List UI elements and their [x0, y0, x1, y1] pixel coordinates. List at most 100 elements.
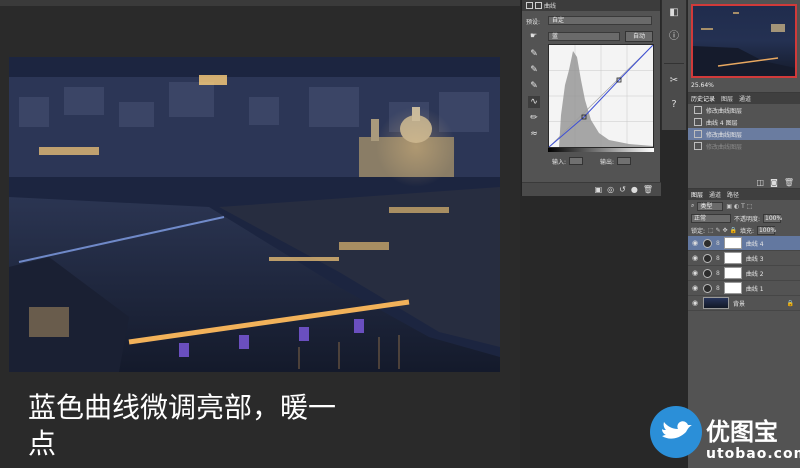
layer-row[interactable]: ◉ 8 曲线 3 — [688, 251, 800, 266]
zoom-level[interactable]: 25.64% — [691, 82, 714, 89]
tab-layers[interactable]: 图层 — [691, 190, 703, 199]
history-item[interactable]: 修改曲线图层 — [688, 140, 800, 152]
output-label: 输出: — [600, 158, 615, 166]
caption-line-2: 点 — [28, 427, 57, 460]
properties-icon[interactable] — [526, 2, 533, 9]
history-step-icon — [694, 130, 702, 138]
layers-tabs: 图层 通道 路径 — [688, 189, 800, 200]
background-thumbnail[interactable] — [703, 297, 729, 309]
options-bar — [0, 0, 520, 6]
layer-mask-thumbnail[interactable] — [723, 252, 742, 264]
history-item[interactable]: 修改曲线图层 — [688, 104, 800, 116]
lock-icons[interactable]: ⬚ ✎ ✥ 🔒 — [708, 227, 737, 234]
eye-icon[interactable]: ◉ — [691, 299, 699, 307]
info-icon[interactable]: ⓘ — [667, 30, 681, 44]
preset-label: 预设: — [526, 18, 541, 26]
panel-dock: ◧ ⓘ ✂ ? — [661, 0, 687, 130]
tab-channels[interactable]: 通道 — [709, 190, 721, 199]
hand-tool-icon[interactable]: ☛ — [530, 31, 542, 42]
eye-icon[interactable]: ◉ — [691, 239, 699, 247]
kind-filter-select[interactable]: 类型 — [697, 201, 724, 211]
curves-adjustment-icon — [703, 253, 712, 263]
chain-icon[interactable]: 8 — [716, 270, 720, 277]
history-item[interactable]: 修改曲线图层 — [688, 128, 800, 140]
channel-value: 蓝 — [552, 33, 559, 40]
chain-icon[interactable]: 8 — [716, 285, 720, 292]
eyedropper-white-icon[interactable]: ✎ — [528, 80, 540, 92]
output-field[interactable] — [617, 157, 632, 165]
input-field[interactable] — [569, 157, 584, 165]
layer-name: 曲线 2 — [745, 270, 764, 278]
clip-icon[interactable]: ▣ — [595, 185, 603, 194]
input-row: 输入: — [552, 156, 584, 166]
filter-icons[interactable]: ▣ ◐ T ⬚ — [726, 203, 752, 210]
layer-mask-thumbnail[interactable] — [723, 237, 742, 249]
photo-illustration — [9, 57, 500, 372]
smooth-icon[interactable]: ≈ — [528, 128, 540, 140]
watermark-chinese: 优图宝 — [706, 418, 778, 446]
camera-icon[interactable]: ◙ — [770, 178, 778, 187]
layer-row[interactable]: ◉ 背景 🔒 — [688, 296, 800, 311]
layer-mask-thumbnail[interactable] — [723, 282, 742, 294]
curves-panel-footer: ▣ ◎ ↺ ● 🗑 — [522, 182, 661, 196]
eye-icon[interactable]: ◉ — [691, 284, 699, 292]
preset-select[interactable]: 自定 — [548, 16, 652, 25]
eye-icon[interactable]: ◉ — [691, 269, 699, 277]
navigator-toggle-icon[interactable]: ◧ — [667, 6, 681, 20]
curves-properties-panel: 曲线 预设: 自定 ☛ 蓝 自动 ✎ ✎ ✎ ∿ ✏ ≈ 输入: 输出: ▣ ◎… — [521, 0, 661, 196]
history-step-icon — [694, 142, 702, 150]
curves-adjustment-icon — [703, 283, 712, 293]
bird-logo-icon — [650, 406, 702, 458]
input-label: 输入: — [552, 158, 567, 166]
channel-select[interactable]: 蓝 — [548, 32, 620, 41]
history-panel: 历史记录 图层 通道 修改曲线图层 曲线 4 图层 修改曲线图层 修改曲线图层 … — [688, 92, 800, 188]
eyedropper-black-icon[interactable]: ✎ — [528, 48, 540, 60]
visibility-icon[interactable]: ● — [631, 185, 638, 194]
tools-icon[interactable]: ✂ — [667, 74, 681, 88]
help-icon[interactable]: ? — [667, 98, 681, 112]
auto-button[interactable]: 自动 — [625, 31, 653, 42]
watermark-url: utobao.com — [706, 446, 800, 462]
pencil-icon[interactable]: ✏ — [528, 112, 540, 124]
opacity-field[interactable]: 100% — [763, 213, 782, 223]
layer-row[interactable]: ◉ 8 曲线 2 — [688, 266, 800, 281]
tab-channels-mini[interactable]: 通道 — [739, 94, 751, 103]
gradient-bar — [548, 148, 654, 152]
eye-icon[interactable]: ◉ — [691, 254, 699, 262]
curves-adjustment-icon — [703, 238, 712, 248]
photoshop-workspace: 蓝色曲线微调亮部，暖一 点 曲线 预设: 自定 ☛ 蓝 自动 ✎ ✎ ✎ ∿ ✏… — [0, 0, 800, 468]
lock-label: 锁定: — [691, 227, 706, 235]
chain-icon[interactable]: 8 — [716, 255, 720, 262]
lock-row: 锁定: ⬚ ✎ ✥ 🔒 填充: 100% — [688, 224, 800, 236]
chain-icon[interactable]: 8 — [716, 240, 720, 247]
trash-icon[interactable]: 🗑 — [784, 178, 794, 187]
navigator-panel: 25.64% — [688, 0, 800, 92]
snapshot-icon[interactable]: ◫ — [757, 178, 765, 187]
layer-row[interactable]: ◉ 8 曲线 1 — [688, 281, 800, 296]
layer-mask-thumbnail[interactable] — [723, 267, 742, 279]
tab-curves-label: 曲线 — [544, 3, 557, 10]
city-night-photo[interactable] — [9, 57, 500, 372]
view-icon[interactable]: ◎ — [607, 185, 614, 194]
eyedropper-gray-icon[interactable]: ✎ — [528, 64, 540, 76]
curve-point-tool-icon[interactable]: ∿ — [528, 96, 540, 108]
document-canvas[interactable]: 蓝色曲线微调亮部，暖一 点 — [0, 0, 520, 468]
tab-curves[interactable]: 曲线 — [544, 1, 556, 10]
auto-label: 自动 — [632, 33, 645, 40]
fill-field[interactable]: 100% — [756, 225, 776, 235]
tab-layers-mini[interactable]: 图层 — [721, 94, 733, 103]
tab-history[interactable]: 历史记录 — [691, 94, 715, 103]
blend-mode-select[interactable]: 正常 — [691, 213, 731, 223]
tab-paths[interactable]: 路径 — [727, 190, 739, 199]
trash-icon[interactable]: 🗑 — [643, 185, 653, 194]
reset-icon[interactable]: ↺ — [619, 185, 626, 194]
bird-logo-svg — [662, 421, 692, 439]
navigator-thumbnail[interactable] — [691, 4, 797, 78]
history-item-label: 修改曲线图层 — [706, 143, 743, 151]
history-item[interactable]: 曲线 4 图层 — [688, 116, 800, 128]
curves-graph[interactable] — [548, 44, 654, 148]
filter-row: ⌕ 类型 ▣ ◐ T ⬚ — [688, 200, 800, 212]
layer-row[interactable]: ◉ 8 曲线 4 — [688, 236, 800, 251]
history-step-icon — [694, 118, 702, 126]
mask-icon[interactable] — [535, 2, 542, 9]
